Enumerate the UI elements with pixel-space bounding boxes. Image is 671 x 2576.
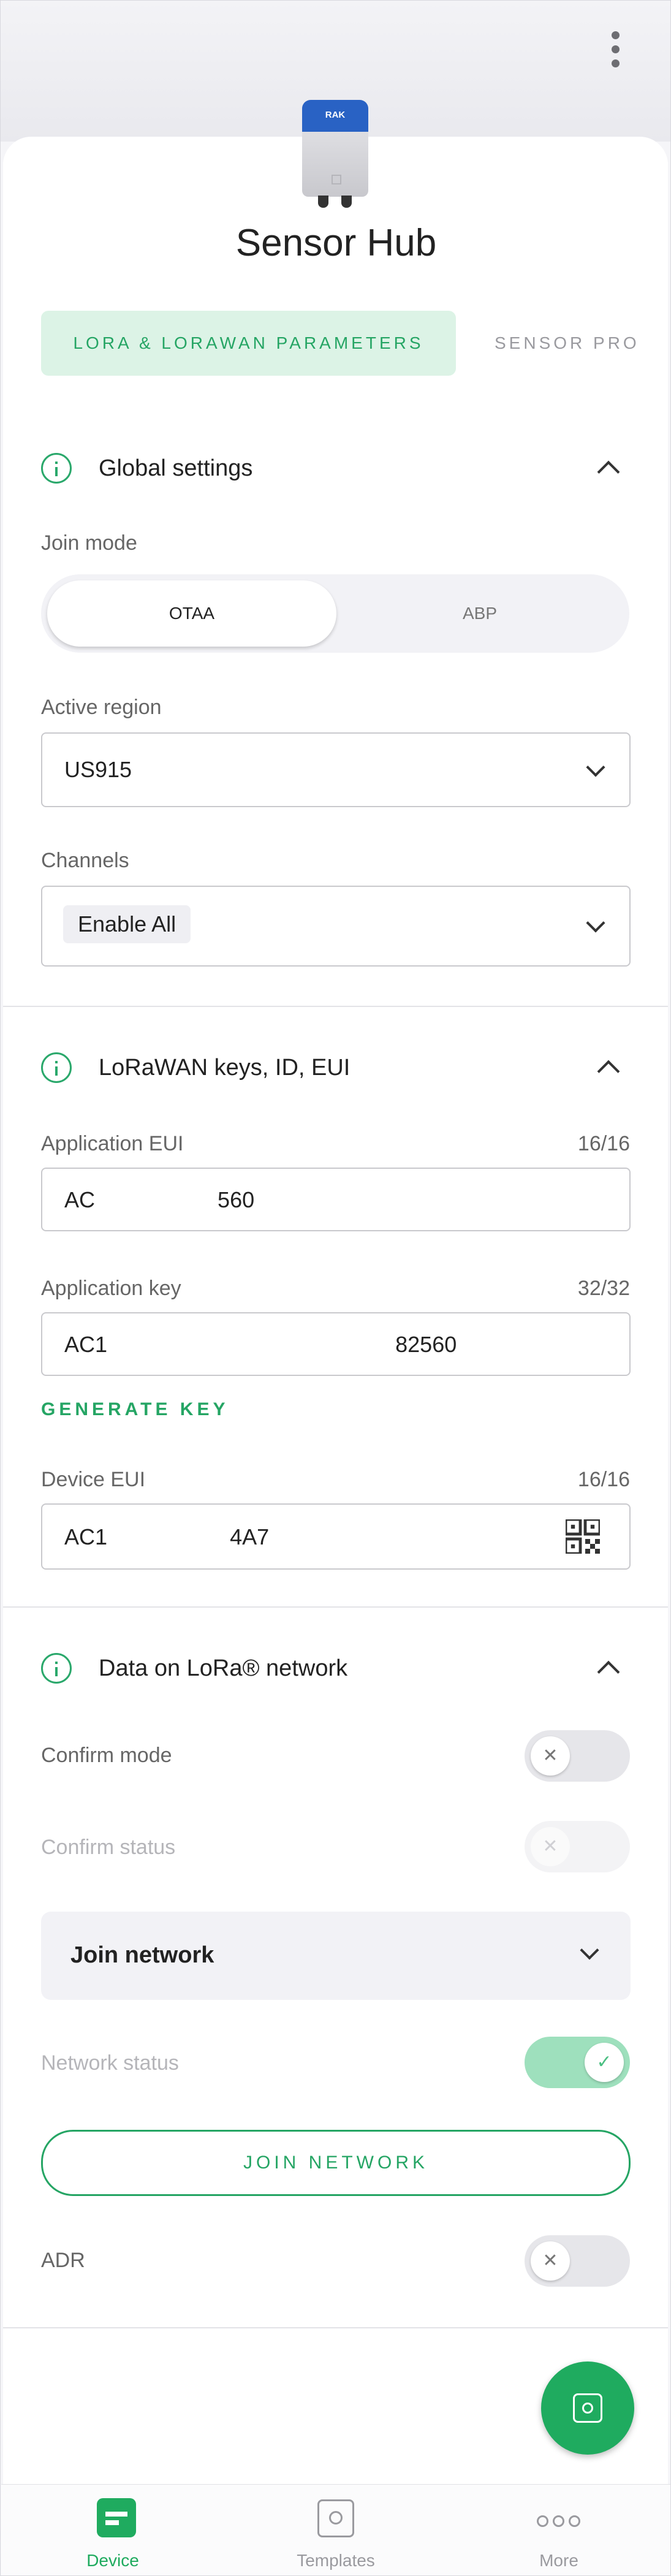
generate-key-button[interactable]: GENERATE KEY: [41, 1399, 229, 1420]
confirm-status-toggle: ✕: [525, 1821, 630, 1872]
join-mode-segmented: OTAA ABP: [41, 574, 629, 653]
more-vertical-icon[interactable]: [603, 28, 627, 70]
nav-templates[interactable]: Templates: [224, 2485, 447, 2575]
app-eui-counter: 16/16: [577, 1132, 630, 1155]
tab-lora-parameters[interactable]: LORA & LORAWAN PARAMETERS: [41, 311, 456, 376]
device-eui-label: Device EUI: [41, 1468, 146, 1491]
app-screen: RAK Sensor Hub LORA & LORAWAN PARAMETERS…: [0, 0, 671, 2576]
bottom-navigation: Device Templates More: [1, 2484, 670, 2575]
check-icon: ✓: [585, 2043, 624, 2082]
info-icon: [41, 1653, 72, 1684]
nav-more[interactable]: More: [447, 2485, 670, 2575]
nav-templates-label: Templates: [297, 2551, 375, 2570]
section-title-network: Data on LoRa® network: [99, 1655, 348, 1681]
app-eui-label: Application EUI: [41, 1132, 184, 1155]
adr-toggle[interactable]: ✕: [525, 2235, 630, 2287]
device-eui-counter: 16/16: [577, 1468, 630, 1491]
device-eui-value: AC1 4A7: [64, 1524, 270, 1549]
join-mode-otaa[interactable]: OTAA: [47, 580, 336, 647]
tab-sensor-pro[interactable]: SENSOR PRO: [495, 311, 640, 376]
close-icon: ✕: [531, 1827, 570, 1866]
section-divider: [3, 1606, 668, 1608]
channels-select[interactable]: Enable All: [41, 886, 631, 967]
info-icon: [41, 453, 72, 484]
app-key-value: AC1 82560: [64, 1332, 457, 1357]
join-network-dropdown[interactable]: Join network: [41, 1912, 631, 2000]
device-image: RAK: [302, 100, 368, 209]
chevron-down-icon: [580, 1940, 599, 1960]
join-network-dropdown-label: Join network: [70, 1942, 214, 1968]
section-divider: [3, 2327, 668, 2328]
more-icon: [537, 2515, 583, 2527]
network-status-toggle: ✓: [525, 2037, 630, 2088]
nav-device[interactable]: Device: [1, 2485, 224, 2575]
app-key-counter: 32/32: [577, 1277, 630, 1300]
app-eui-value: AC 560: [64, 1187, 255, 1212]
confirm-status-label: Confirm status: [41, 1836, 176, 1859]
adr-label: ADR: [41, 2249, 85, 2272]
nav-device-label: Device: [86, 2551, 139, 2570]
chevron-down-icon: [586, 758, 605, 777]
join-network-button[interactable]: JOIN NETWORK: [41, 2130, 631, 2196]
qr-code-icon[interactable]: [566, 1519, 600, 1554]
app-key-label: Application key: [41, 1277, 181, 1300]
close-icon: ✕: [531, 1736, 570, 1776]
network-status-label: Network status: [41, 2051, 179, 2075]
active-region-label: Active region: [41, 696, 162, 719]
templates-icon: [317, 2499, 354, 2537]
app-eui-input[interactable]: AC 560: [41, 1168, 631, 1231]
active-region-value: US915: [64, 757, 132, 782]
close-icon: ✕: [531, 2241, 570, 2281]
section-title-keys: LoRaWAN keys, ID, EUI: [99, 1055, 351, 1081]
info-icon: [41, 1052, 72, 1083]
join-mode-abp[interactable]: ABP: [335, 580, 624, 647]
device-brand-logo: RAK: [325, 110, 346, 120]
chevron-down-icon: [586, 913, 605, 933]
section-title-global-settings: Global settings: [99, 455, 253, 481]
fab-action-icon: [573, 2393, 602, 2423]
join-mode-label: Join mode: [41, 531, 137, 555]
app-key-input[interactable]: AC1 82560: [41, 1312, 631, 1376]
confirm-mode-toggle[interactable]: ✕: [525, 1730, 630, 1782]
confirm-mode-label: Confirm mode: [41, 1744, 172, 1767]
device-title: Sensor Hub: [235, 222, 437, 264]
fab-button[interactable]: [541, 2361, 634, 2455]
section-divider: [3, 1006, 668, 1007]
active-region-select[interactable]: US915: [41, 732, 631, 807]
nav-more-label: More: [539, 2551, 578, 2570]
channels-chip: Enable All: [63, 905, 191, 943]
channels-label: Channels: [41, 849, 129, 872]
device-eui-input[interactable]: AC1 4A7: [41, 1503, 631, 1570]
device-icon: [97, 2498, 136, 2537]
